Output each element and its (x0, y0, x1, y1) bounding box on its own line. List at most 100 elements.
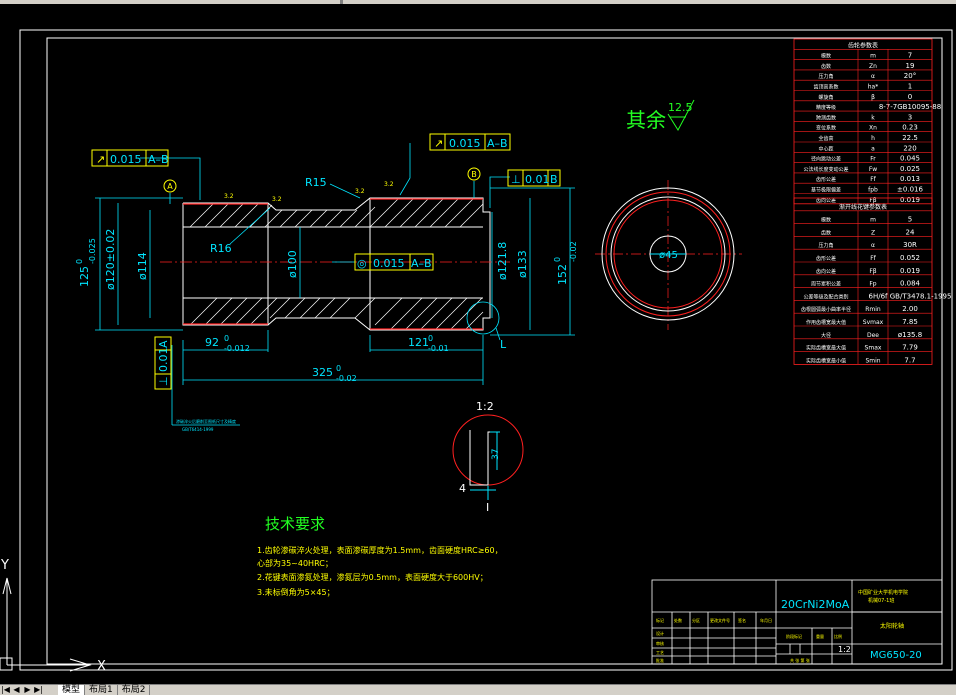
detail-37: 37 (491, 449, 501, 460)
gear-table-1-cell: 19 (906, 62, 915, 70)
svg-text:渗碳淬火后磨削至图纸尺寸及精度: 渗碳淬火后磨削至图纸尺寸及精度 (176, 418, 236, 424)
dim-r16: R16 (210, 242, 232, 255)
gear-table-1-cell: β (871, 94, 875, 101)
tb-drawing-no: MG650-20 (870, 650, 922, 661)
gear-table-2-cell: Fβ (869, 268, 876, 275)
tech-line-3: 2.花键表面渗氮处理，渗氮层为0.5mm，表面硬度大于600HV； (257, 572, 488, 582)
dim-r15: R15 (305, 176, 327, 189)
gear-table-1-cell: 压力角 (818, 73, 833, 80)
svg-text:3.2: 3.2 (355, 188, 365, 195)
gear-table-1-cell: 齿顶高系数 (813, 84, 838, 91)
tol1-value: 0.015 (110, 153, 142, 166)
gear-table-2: 渐开线花键参数表模数 m 5 齿数 Z 24 压力角 α 30R 齿形公差 Ff 0.052 齿向公差 F… (793, 197, 952, 365)
tol4-symbol: ◎ (357, 257, 367, 270)
dim-hole: ø45 (659, 250, 678, 261)
gear-table-1-cell: 0 (908, 93, 912, 101)
gear-table-2-cell: ø135.8 (898, 331, 922, 339)
gear-table-2-cell: 7.7 (904, 356, 915, 364)
tb-school: 中国矿业大学机电学院 (858, 589, 908, 596)
gear-table-1-cell: h (871, 135, 875, 142)
gear-table-1-cell: Fr (870, 156, 876, 163)
gear-table-1-cell: Xn (869, 125, 877, 132)
gear-table-1-cell: 跨测齿数 (816, 114, 836, 121)
tech-requirements: 技术要求 1.齿轮渗碳淬火处理，表面渗碳厚度为1.5mm，齿面硬度HRC≥60，… (257, 515, 503, 597)
tol4-datum: A–B (411, 257, 432, 270)
gear-table-1-cell: 1 (908, 83, 912, 91)
gear-table-2-cell: 7.79 (902, 344, 918, 352)
cad-model-space[interactable]: ↗ 0.015 A–B ↗ 0.015 A–B ⊥ 0.01 B ◎ 0.015… (0, 0, 956, 695)
svg-text:标记: 标记 (656, 617, 664, 623)
gear-table-2-cell: 24 (906, 228, 915, 236)
gear-table-2-cell: Z (871, 229, 875, 236)
gear-table-2-cell: α (871, 242, 875, 249)
dim-121: 121 (408, 336, 429, 349)
gear-table-1-cell: 20° (904, 72, 916, 80)
gear-table-1-cell: 0.013 (900, 175, 920, 183)
svg-text:签名: 签名 (738, 617, 746, 623)
dim-125-lo: -0.025 (88, 238, 97, 264)
svg-text:比例: 比例 (834, 633, 842, 639)
gear-table-2-cell: 作用齿槽宽最大值 (806, 319, 846, 326)
gear-table-1-cell: 中心距 (818, 145, 833, 152)
gear-table-1-cell: 3 (908, 113, 912, 121)
svg-text:更改文件号: 更改文件号 (710, 617, 730, 623)
svg-text:其余: 其余 (626, 108, 666, 132)
svg-text:年月日: 年月日 (760, 617, 772, 623)
gear-table-2-cell: 大径 (821, 332, 831, 339)
detail-i: I (486, 501, 489, 514)
gear-table-2-cell: 模数 (821, 217, 831, 224)
gear-table-2-cell: Smin (865, 357, 880, 364)
gear-table-2-cell: m (870, 217, 876, 224)
tol3-datum: B (550, 173, 558, 186)
gear-table-2-cell: Smax (865, 345, 882, 352)
title-block-texts: 20CrNi2MoA 中国矿业大学机电学院 机械07-1班 太阳轮轴 1:2 M… (656, 589, 922, 663)
tb-scale: 1:2 (838, 645, 851, 654)
gear-table-2-cell: 2.00 (902, 305, 918, 313)
tech-title: 技术要求 (265, 515, 325, 533)
tech-line-2: 心部为35~40HRC； (257, 558, 333, 568)
tech-line-4: 3.未标倒角为5×45； (257, 587, 335, 597)
gear-table-1-cell: Zn (869, 63, 877, 70)
gear-table-2-cell: 5 (908, 216, 912, 224)
gear-table-2-cell: 公差等级及配合类别 (803, 293, 848, 300)
svg-text:阶段标记: 阶段标记 (786, 633, 802, 639)
gear-table-2-cell: 7.85 (902, 318, 918, 326)
dim-92-lo: -0.012 (224, 344, 250, 353)
gear-table-2-cell: 0.019 (900, 267, 920, 275)
gear-table-2-title: 渐开线花键参数表 (839, 203, 887, 211)
gear-table-1-cell: ±0.016 (897, 186, 923, 194)
gear-table-1-cell: α (871, 73, 875, 80)
detail-4: 4 (459, 482, 466, 495)
tol2-value: 0.015 (449, 137, 481, 150)
svg-text:重量: 重量 (816, 633, 824, 639)
gear-table-1-cell: 0.045 (900, 155, 920, 163)
dim-114: ø114 (136, 252, 149, 280)
tb-material: 20CrNi2MoA (781, 598, 850, 611)
gear-table-1-cell: ha* (868, 84, 878, 91)
gear-table-1-cell: Fw (869, 166, 877, 173)
dim-125-up: 0 (75, 259, 84, 264)
svg-text:处数: 处数 (674, 617, 682, 623)
svg-text:批准: 批准 (656, 657, 664, 663)
gear-table-1-cell: 齿形公差 (816, 176, 836, 183)
svg-text:3.2: 3.2 (384, 181, 394, 188)
tol3-symbol: ⊥ (511, 173, 521, 186)
datum-b: B (471, 170, 477, 179)
svg-text:GB/T6414-1999: GB/T6414-1999 (182, 427, 214, 432)
gear-table-1-cell: a (871, 145, 875, 152)
gear-table-2-cell: 齿数 (821, 229, 831, 236)
dim-100: ø100 (286, 250, 299, 278)
gear-table-1-cell: 模数 (821, 53, 831, 60)
section-hatching (189, 197, 484, 331)
tol5-value: 0.01 (157, 348, 170, 373)
red-surface-lines (183, 198, 483, 330)
gear-table-2-cell: 周节累积公差 (811, 281, 841, 288)
dim-121-lo: -0.01 (428, 344, 449, 353)
tol1-datum: A–B (148, 153, 169, 166)
gear-table-1-cell: 径向跳动公差 (811, 156, 841, 163)
dimension-texts: R15 R16 125 0 -0.025 ø120±0.02 ø114 ø100… (75, 176, 578, 383)
gear-table-2-cell: 6H/6f GB/T3478.1-1995 (869, 292, 952, 300)
svg-text:3.2: 3.2 (224, 193, 234, 200)
dim-120: ø120±0.02 (104, 229, 117, 290)
gear-table-2-cell: 实际齿槽宽最大值 (806, 345, 846, 352)
